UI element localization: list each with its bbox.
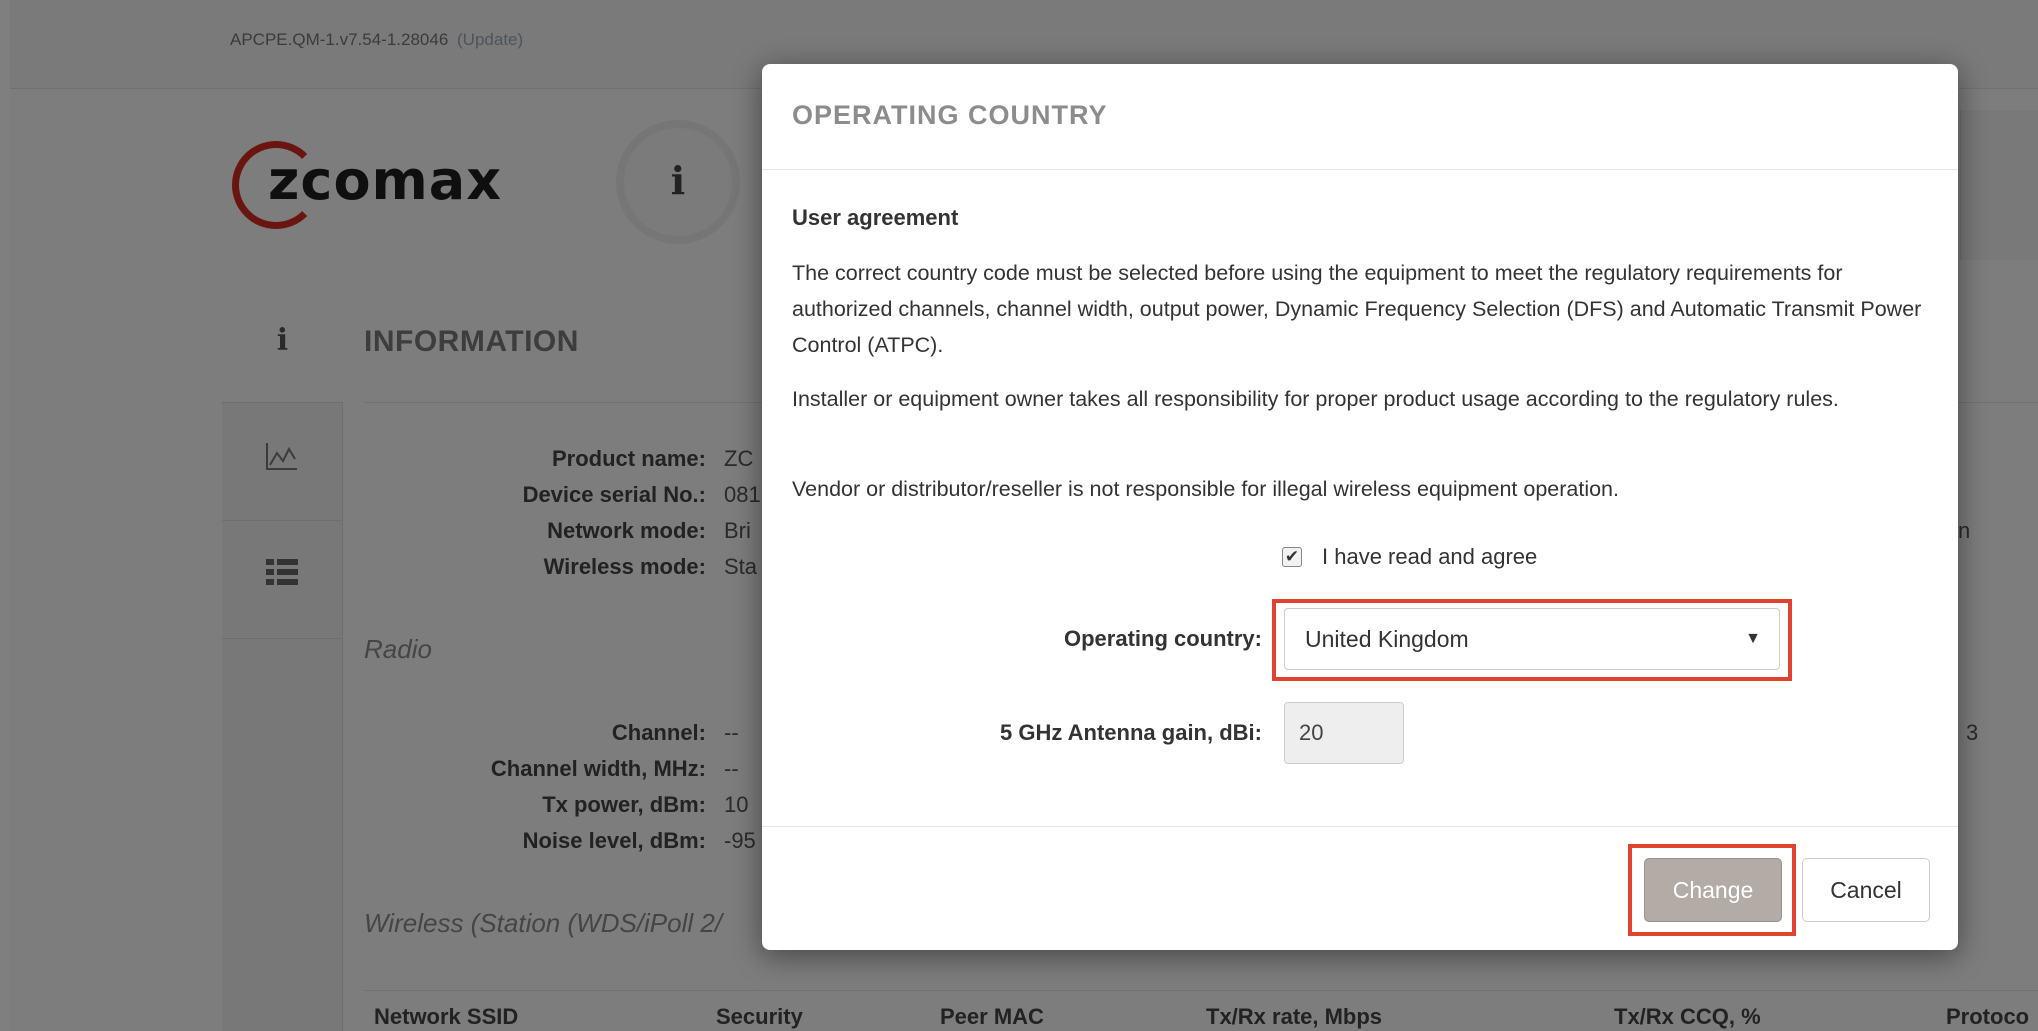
- antenna-gain-label: 5 GHz Antenna gain, dBi:: [1000, 720, 1262, 745]
- cancel-button[interactable]: Cancel: [1802, 858, 1930, 922]
- user-agreement-title: User agreement: [792, 205, 959, 230]
- country-label: Operating country:: [1063, 626, 1262, 651]
- dialog-header: OPERATING COUNTRY: [762, 64, 1958, 170]
- country-select[interactable]: United Kingdom ▼: [1284, 608, 1780, 670]
- change-button[interactable]: Change: [1644, 858, 1782, 922]
- agree-label[interactable]: I have read and agree: [1322, 544, 1537, 570]
- agreement-paragraph-3: Vendor or distributor/reseller is not re…: [792, 477, 1619, 501]
- dialog-title: OPERATING COUNTRY: [792, 100, 1108, 130]
- agreement-paragraph-1: The correct country code must be selecte…: [792, 261, 1922, 357]
- agree-checkbox[interactable]: ✔: [1282, 547, 1302, 567]
- agreement-paragraph-2: Installer or equipment owner takes all r…: [792, 387, 1839, 411]
- antenna-gain-input[interactable]: 20: [1284, 702, 1404, 764]
- dropdown-caret-icon: ▼: [1745, 630, 1761, 647]
- dialog-footer-divider: [762, 826, 1958, 827]
- country-select-value: United Kingdom: [1305, 626, 1469, 652]
- operating-country-dialog: OPERATING COUNTRY User agreement The cor…: [762, 64, 1958, 950]
